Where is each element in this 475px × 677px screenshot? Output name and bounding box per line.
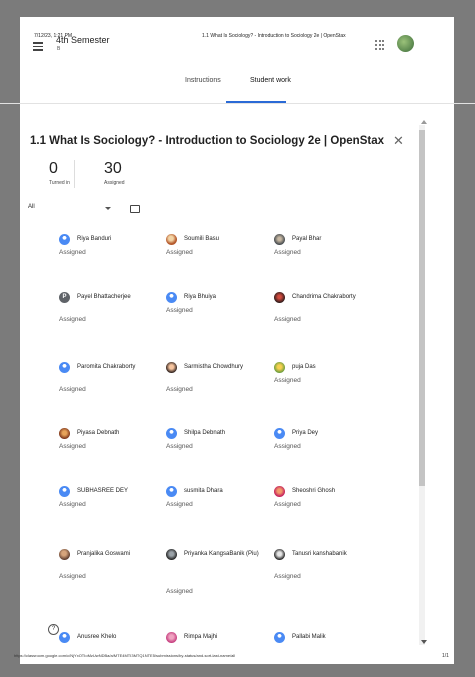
student-name: Soumili Basu [184,236,220,242]
student-name: Anusree Khelo [77,634,117,640]
student-name: Riya Banduri [77,236,112,242]
printed-page: 7/12/23, 1:21 PM 1.1 What Is Sociology? … [20,17,454,664]
student-avatar [59,486,70,497]
assigned-number: 30 [104,160,122,177]
student-avatar [166,292,177,303]
turned-in-count: 0 Turned in [49,160,70,186]
student-avatar [166,362,177,373]
student-name: Piyasa Debnath [77,430,120,436]
student-avatar [274,234,285,245]
print-page-title: 1.1 What Is Sociology? - Introduction to… [202,33,346,39]
student-status: Assigned [274,573,301,580]
student-name: Pallabi Malik [292,634,326,640]
student-status: Assigned [166,386,193,393]
student-avatar [166,549,177,560]
student-status: Assigned [166,443,193,450]
student-avatar [274,428,285,439]
turned-in-number: 0 [49,160,58,177]
turned-in-label: Turned in [49,180,70,186]
student-avatar [166,486,177,497]
student-avatar [274,549,285,560]
student-status: Assigned [59,386,86,393]
header-divider [0,103,475,104]
student-status: Assigned [59,501,86,508]
student-status: Assigned [166,307,193,314]
student-avatar [59,362,70,373]
student-name: puja Das [292,364,316,370]
student-status: Assigned [59,249,86,256]
folder-icon[interactable] [130,205,140,213]
student-avatar [274,486,285,497]
student-avatar [274,292,285,303]
student-status: Assigned [59,316,86,323]
student-status: Assigned [274,249,301,256]
student-avatar [166,234,177,245]
student-avatar [59,549,70,560]
student-status: Assigned [166,249,193,256]
student-name: susmita Dhara [184,488,223,494]
help-icon[interactable]: ? [48,624,59,635]
student-avatar [274,632,285,643]
student-name: Rimpa Majhi [184,634,218,640]
chevron-down-icon[interactable] [105,207,111,210]
student-avatar [59,428,70,439]
scroll-up-arrow-icon[interactable] [421,120,427,124]
count-divider [74,160,75,188]
account-avatar[interactable] [397,35,414,52]
assignment-title: 1.1 What Is Sociology? - Introduction to… [30,135,385,147]
student-status: Assigned [166,588,193,595]
student-name: Tanusri kanshabanik [292,551,347,557]
student-avatar [274,362,285,373]
student-name: Priyanka KangsaBanik (Piu) [184,551,259,557]
student-avatar [166,428,177,439]
student-name: Sheoshri Ghosh [292,488,336,494]
student-status: Assigned [274,316,301,323]
student-status: Assigned [274,501,301,508]
student-avatar [59,632,70,643]
main-menu-icon[interactable] [33,42,43,51]
close-icon[interactable]: ✕ [393,133,404,149]
student-name: Shilpa Debnath [184,430,226,436]
student-name: Payel Bhattacherjee [77,294,131,300]
student-name: Paromita Chakraborty [77,364,136,370]
student-status: Assigned [274,443,301,450]
apps-grid-icon[interactable] [375,40,385,50]
print-page-number: 1/1 [442,653,449,659]
student-name: SUBHASREE DEY [77,488,129,494]
student-status: Assigned [59,573,86,580]
scroll-down-arrow-icon[interactable] [421,640,427,644]
student-avatar: P [59,292,70,303]
status-filter-select[interactable]: All [28,204,35,210]
student-name: Sarmistha Chowdhury [184,364,244,370]
print-url: https://classroom.google.com/c/NjYxOTIoM… [14,653,236,658]
student-status: Assigned [59,443,86,450]
student-avatar [59,234,70,245]
student-name: Riya Bhuiya [184,294,217,300]
scrollbar-thumb[interactable] [419,130,425,486]
student-avatar [166,632,177,643]
student-status: Assigned [166,501,193,508]
student-name: Priya Dey [292,430,319,436]
student-status: Assigned [274,377,301,384]
course-section: B [57,46,61,52]
student-name: Payal Bhar [292,236,322,242]
student-name: Pranjalika Goswami [77,551,131,557]
assigned-count: 30 Assigned [104,160,125,186]
student-name: Chandrima Chakraborty [292,294,356,300]
tab-instructions[interactable]: Instructions [185,77,221,84]
tab-student-work[interactable]: Student work [250,77,291,84]
course-name[interactable]: 4th Semester [56,35,110,45]
assigned-label: Assigned [104,180,125,186]
